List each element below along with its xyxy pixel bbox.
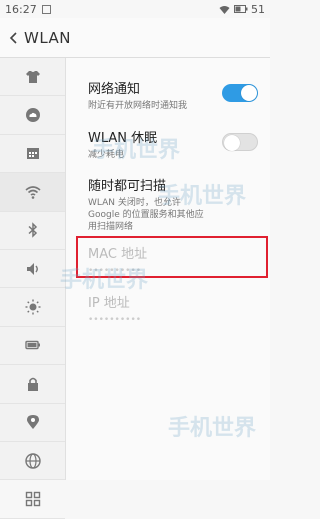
mac-address-highlight-box <box>76 236 268 278</box>
sidebar-item-display[interactable] <box>0 288 65 327</box>
ip-address-value: •••••••••• <box>88 315 142 325</box>
bluetooth-icon <box>27 222 37 239</box>
status-right: 51 <box>219 3 265 16</box>
cloud-icon <box>25 108 40 123</box>
tshirt-icon <box>25 70 40 83</box>
network-notify-row[interactable]: 网络通知 附近有开放网络时通知我 <box>88 78 264 112</box>
status-time: 16:27 <box>5 2 37 16</box>
sidebar-item-personalize[interactable] <box>0 58 65 97</box>
scan-anytime-subtitle: WLAN 关闭时，也允许Google 的位置服务和其他应用扫描网络 <box>88 198 204 232</box>
sidebar-item-security[interactable] <box>0 365 65 404</box>
network-notify-toggle[interactable] <box>222 84 258 102</box>
sidebar-item-battery[interactable] <box>0 327 65 366</box>
wlan-sleep-toggle[interactable] <box>222 133 258 151</box>
scan-anytime-row[interactable]: 随时都可扫描 WLAN 关闭时，也允许Google 的位置服务和其他应用扫描网络 <box>88 175 264 233</box>
scan-anytime-title: 随时都可扫描 <box>88 179 167 194</box>
sidebar-item-location[interactable] <box>0 404 65 442</box>
status-bar: 16:27 51 <box>0 0 270 18</box>
location-icon <box>26 415 39 430</box>
grid-icon <box>25 491 40 507</box>
back-arrow-icon[interactable] <box>6 30 20 46</box>
page-title: WLAN <box>24 28 72 47</box>
sidebar-item-more[interactable] <box>0 480 65 519</box>
sidebar-item-wlan[interactable] <box>0 173 65 212</box>
ip-address-title: IP 地址 <box>88 296 130 311</box>
app-bar: WLAN <box>0 18 270 58</box>
brightness-icon <box>25 299 40 315</box>
lock-icon <box>27 377 38 391</box>
globe-icon <box>24 452 41 469</box>
wlan-sleep-row[interactable]: WLAN 休眠 减少耗电 <box>88 127 264 161</box>
battery-percent: 51 <box>251 2 265 16</box>
ip-address-row: IP 地址 •••••••••• <box>88 292 264 326</box>
wifi-icon <box>24 186 41 199</box>
sidebar-item-language[interactable] <box>0 442 65 481</box>
volume-icon <box>26 262 38 275</box>
sidebar-item-cloud[interactable] <box>0 96 65 135</box>
wifi-signal-icon <box>219 5 230 14</box>
image-notification-icon <box>41 4 51 14</box>
settings-sidebar <box>0 58 66 519</box>
sidebar-item-bluetooth[interactable] <box>0 212 65 250</box>
battery-status-icon <box>234 5 248 13</box>
sidebar-item-apps[interactable] <box>0 135 65 174</box>
toggle-knob <box>241 85 257 101</box>
battery-icon <box>24 341 40 350</box>
sidebar-item-sound[interactable] <box>0 250 65 289</box>
toggle-knob <box>224 135 240 151</box>
calendar-icon <box>26 148 39 160</box>
